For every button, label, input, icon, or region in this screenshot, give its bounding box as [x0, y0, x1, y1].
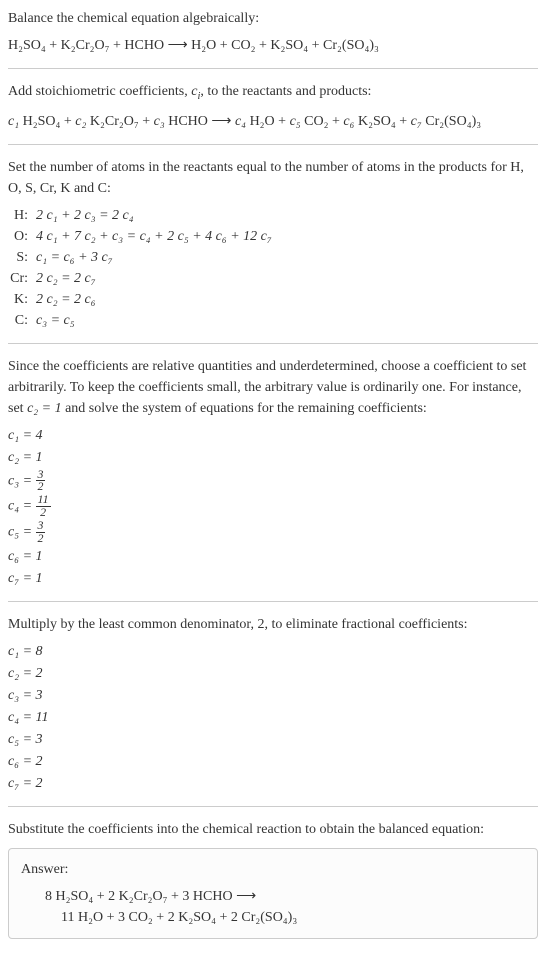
coeff-c6: c₆ = 1 [8, 546, 538, 567]
atom-eq-cr: 2 c₂ = 2 c₇ [36, 268, 538, 289]
intro4-b: and solve the system of equations for th… [62, 401, 427, 416]
divider [8, 144, 538, 145]
divider [8, 68, 538, 69]
r5: CO₂ + [301, 114, 344, 129]
intro-solve: Since the coefficients are relative quan… [8, 356, 538, 419]
atom-balance-table: H: 2 c₁ + 2 c₃ = 2 c₄ O: 4 c₁ + 7 c₂ + c… [8, 205, 538, 331]
intro-lcd: Multiply by the least common denominator… [8, 614, 538, 635]
divider [8, 806, 538, 807]
intro4-c2: c₂ = 1 [27, 401, 62, 416]
c3: c₃ [154, 114, 165, 129]
r6: K₂SO₄ + [354, 114, 410, 129]
atom-row-s: S: c₁ = c₆ + 3 c₇ [8, 247, 538, 268]
coefficient-equation: c₁ H₂SO₄ + c₂ K₂Cr₂O₇ + c₃ HCHO ⟶ c₄ H₂O… [8, 111, 538, 132]
answer-box: Answer: 8 H₂SO₄ + 2 K₂Cr₂O₇ + 3 HCHO ⟶ 1… [8, 848, 538, 939]
atom-row-o: O: 4 c₁ + 7 c₂ + c₃ = c₄ + 2 c₅ + 4 c₆ +… [8, 226, 538, 247]
unbalanced-equation: H₂SO₄ + K₂Cr₂O₇ + HCHO ⟶ H₂O + CO₂ + K₂S… [8, 35, 538, 56]
r2: K₂Cr₂O₇ + [86, 114, 153, 129]
coeff-c5: c₅ = 32 [8, 520, 538, 545]
intro-substitute: Substitute the coefficients into the che… [8, 819, 538, 840]
atom-row-h: H: 2 c₁ + 2 c₃ = 2 c₄ [8, 205, 538, 226]
coeff-c1: c₁ = 4 [8, 425, 538, 446]
answer-label: Answer: [21, 859, 525, 880]
atom-label-o: O: [8, 226, 36, 247]
c1: c₁ [8, 114, 19, 129]
r7: Cr₂(SO₄)₃ [422, 114, 481, 129]
atom-label-cr: Cr: [8, 268, 36, 289]
intro-balance: Balance the chemical equation algebraica… [8, 8, 538, 29]
atom-eq-h: 2 c₁ + 2 c₃ = 2 c₄ [36, 205, 538, 226]
atom-label-h: H: [8, 205, 36, 226]
atom-eq-c: c₃ = c₅ [36, 310, 538, 331]
c5-den: 2 [36, 533, 46, 545]
answer-equation-line1: 8 H₂SO₄ + 2 K₂Cr₂O₇ + 3 HCHO ⟶ [21, 886, 525, 907]
coeff2-c5: c₅ = 3 [8, 729, 538, 750]
c5-pre: c₅ = [8, 525, 36, 540]
atom-eq-s: c₁ = c₆ + 3 c₇ [36, 247, 538, 268]
intro2-part-a: Add stoichiometric coefficients, [8, 84, 191, 99]
r4: H₂O + [246, 114, 290, 129]
c7: c₇ [411, 114, 422, 129]
intro2-part-b: , to the reactants and products: [200, 84, 371, 99]
divider [8, 601, 538, 602]
c4-pre: c₄ = [8, 499, 36, 514]
r1: H₂SO₄ + [19, 114, 75, 129]
c6: c₆ [343, 114, 354, 129]
coeff-c3: c₃ = 32 [8, 469, 538, 494]
atom-row-c: C: c₃ = c₅ [8, 310, 538, 331]
intro-coefficients: Add stoichiometric coefficients, ci, to … [8, 81, 538, 105]
coeff2-c3: c₃ = 3 [8, 685, 538, 706]
coeff2-c4: c₄ = 11 [8, 707, 538, 728]
atom-label-s: S: [8, 247, 36, 268]
c5: c₅ [290, 114, 301, 129]
atom-label-c: C: [8, 310, 36, 331]
coefficients-integer: c₁ = 8 c₂ = 2 c₃ = 3 c₄ = 11 c₅ = 3 c₆ =… [8, 641, 538, 794]
coeff2-c2: c₂ = 2 [8, 663, 538, 684]
c2: c₂ [75, 114, 86, 129]
answer-equation-line2: 11 H₂O + 3 CO₂ + 2 K₂SO₄ + 2 Cr₂(SO₄)₃ [21, 907, 525, 928]
atom-row-cr: Cr: 2 c₂ = 2 c₇ [8, 268, 538, 289]
divider [8, 343, 538, 344]
coeff-c4: c₄ = 112 [8, 494, 538, 519]
atom-label-k: K: [8, 289, 36, 310]
coeff2-c7: c₇ = 2 [8, 773, 538, 794]
coefficients-fractional: c₁ = 4 c₂ = 1 c₃ = 32 c₄ = 112 c₅ = 32 c… [8, 425, 538, 589]
atom-eq-k: 2 c₂ = 2 c₆ [36, 289, 538, 310]
c3-pre: c₃ = [8, 473, 36, 488]
r3: HCHO ⟶ [165, 114, 235, 129]
atom-row-k: K: 2 c₂ = 2 c₆ [8, 289, 538, 310]
coeff2-c1: c₁ = 8 [8, 641, 538, 662]
c4: c₄ [235, 114, 246, 129]
atom-eq-o: 4 c₁ + 7 c₂ + c₃ = c₄ + 2 c₅ + 4 c₆ + 12… [36, 226, 538, 247]
intro-atoms: Set the number of atoms in the reactants… [8, 157, 538, 199]
coeff2-c6: c₆ = 2 [8, 751, 538, 772]
coeff-c7: c₇ = 1 [8, 568, 538, 589]
coeff-c2: c₂ = 1 [8, 447, 538, 468]
